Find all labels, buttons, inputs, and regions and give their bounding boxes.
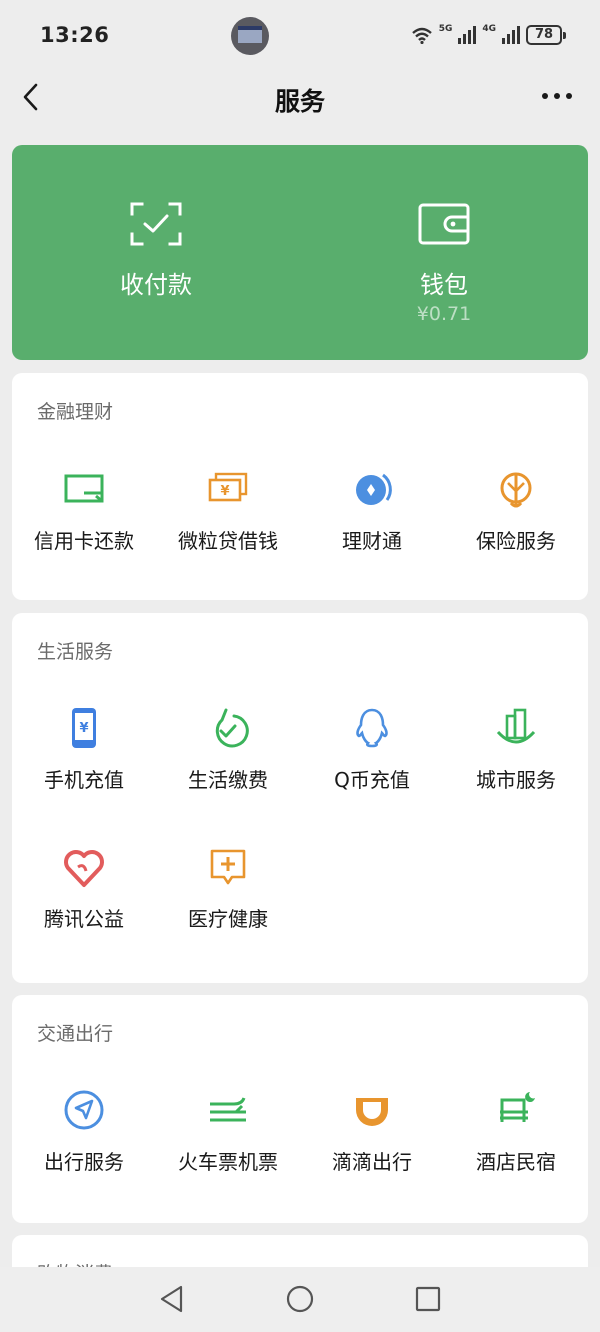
scan-check-icon [130,202,182,246]
service-city-services[interactable]: 城市服务 [444,706,588,826]
section-title-finance: 金融理财 [37,401,114,423]
service-phone-topup[interactable]: ¥ 手机充值 [12,706,156,826]
hero-card: 收付款 钱包 ¥0.71 [12,145,588,360]
service-label: Q币充值 [334,768,410,792]
system-nav-bar [0,1267,600,1332]
service-utility-bills[interactable]: 生活缴费 [156,706,300,826]
service-qcoin-topup[interactable]: Q币充值 [300,706,444,826]
service-label: 手机充值 [44,768,124,792]
service-label: 腾讯公益 [44,907,124,931]
wallet-icon [418,203,470,245]
service-label: 生活缴费 [188,768,268,792]
navigation-arrow-icon [64,1090,104,1130]
phone-topup-icon: ¥ [72,708,96,748]
network-4g-label: 4G [482,24,496,34]
service-label: 酒店民宿 [476,1150,556,1174]
service-hotel-homestay[interactable]: 酒店民宿 [444,1088,588,1208]
more-options-icon[interactable] [540,84,574,108]
service-mobility[interactable]: 出行服务 [12,1088,156,1208]
service-train-flight-tickets[interactable]: 火车票机票 [156,1088,300,1208]
nav-bar: 服务 [0,72,600,126]
pay-receive-button[interactable]: 收付款 [12,145,300,360]
service-label: 火车票机票 [178,1150,278,1174]
section-travel: 交通出行 出行服务 火车票机票 滴滴出行 酒店民宿 [12,995,588,1223]
wallet-button[interactable]: 钱包 ¥0.71 [300,145,588,360]
status-time: 13:26 [40,23,110,47]
medical-cross-icon [210,849,246,885]
utility-bill-icon [215,708,249,748]
wallet-label: 钱包 [420,271,468,299]
service-licaitong[interactable]: 理财通 [300,467,444,587]
pay-receive-label: 收付款 [120,271,192,299]
wallet-balance: ¥0.71 [416,303,472,325]
service-insurance[interactable]: 保险服务 [444,467,588,587]
service-didi[interactable]: 滴滴出行 [300,1088,444,1208]
service-credit-card-repayment[interactable]: 信用卡还款 [12,467,156,587]
wifi-icon [411,27,432,44]
service-label: 微粒贷借钱 [178,529,278,553]
service-weilidai-loan[interactable]: ¥ 微粒贷借钱 [156,467,300,587]
status-bar: 13:26 5G 4G 78 [0,0,600,72]
section-finance: 金融理财 信用卡还款 ¥ 微粒贷借钱 理财通 保险服务 [12,373,588,600]
service-label: 滴滴出行 [332,1150,412,1174]
service-label: 保险服务 [476,529,556,553]
service-label: 信用卡还款 [34,529,134,553]
service-medical-health[interactable]: 医疗健康 [156,845,300,965]
service-label: 理财通 [342,529,402,553]
system-back-icon[interactable] [157,1284,187,1314]
signal-4g-icon [502,26,520,44]
svg-text:¥: ¥ [220,484,229,499]
battery-icon: 78 [526,25,566,45]
status-indicators: 5G 4G 78 [411,24,566,46]
notification-avatar-icon [231,17,269,55]
charity-heart-icon [64,850,104,887]
service-tencent-charity[interactable]: 腾讯公益 [12,845,156,965]
insurance-umbrella-icon [500,472,532,508]
city-buildings-icon [496,708,536,744]
service-label: 城市服务 [476,768,556,792]
signal-5g-icon [458,26,477,44]
service-label: 医疗健康 [188,907,268,931]
svg-text:¥: ¥ [79,721,88,736]
qq-penguin-icon [356,708,388,748]
wealth-icon [356,473,392,505]
credit-card-icon [64,474,104,503]
section-title-life: 生活服务 [37,641,114,663]
loan-cash-icon: ¥ [208,472,248,502]
system-recents-icon[interactable] [413,1284,443,1314]
page-title: 服务 [274,87,325,116]
section-title-travel: 交通出行 [37,1023,114,1045]
hotel-bed-icon [500,1092,535,1122]
train-plane-icon [210,1097,246,1122]
system-home-icon[interactable] [285,1284,315,1314]
service-label: 出行服务 [44,1150,124,1174]
section-life-services: 生活服务 ¥ 手机充值 生活缴费 Q币充值 城市服务 腾讯公益 医疗健康 [12,613,588,983]
didi-icon [356,1098,388,1126]
network-5g-label: 5G [438,24,453,34]
